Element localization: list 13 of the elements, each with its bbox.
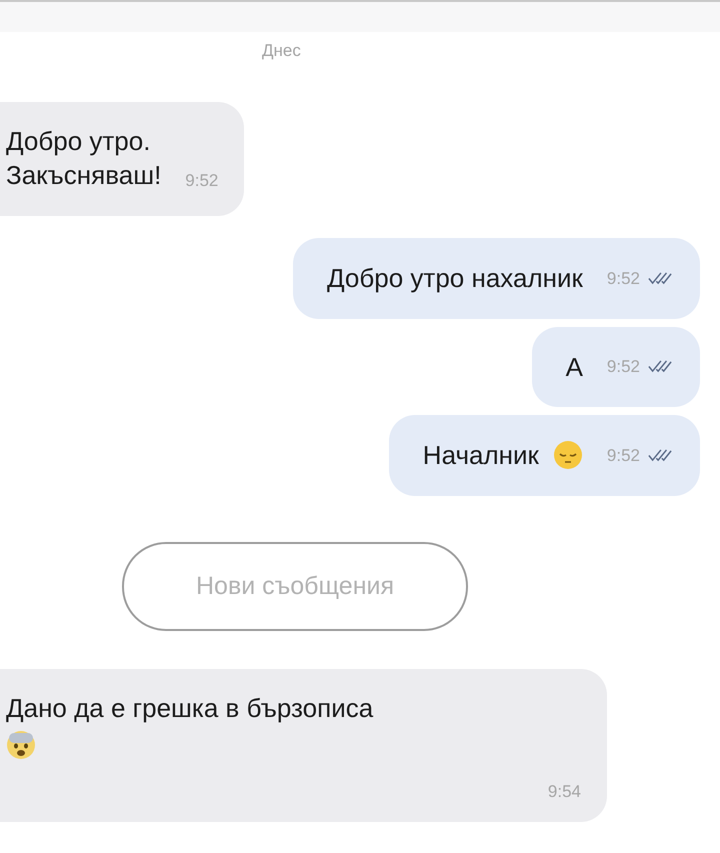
- date-separator: Днес: [262, 40, 301, 62]
- message-text: Добро утро нахалник: [327, 262, 583, 295]
- message-time: 9:52: [606, 356, 640, 378]
- message-time: 9:52: [185, 170, 218, 192]
- message-time: 9:54: [548, 781, 581, 804]
- message-text: Добро утро.: [6, 124, 152, 158]
- message-text: Началник: [422, 439, 539, 472]
- message-text: А: [566, 350, 583, 384]
- message-text: Дано да е грешка в бързописа: [6, 693, 374, 724]
- message-time: 9:52: [606, 444, 640, 466]
- message-text: Закъсняваш!: [6, 158, 162, 192]
- new-messages-divider: Нови съобщения: [122, 542, 468, 632]
- message-time: 9:52: [606, 268, 640, 289]
